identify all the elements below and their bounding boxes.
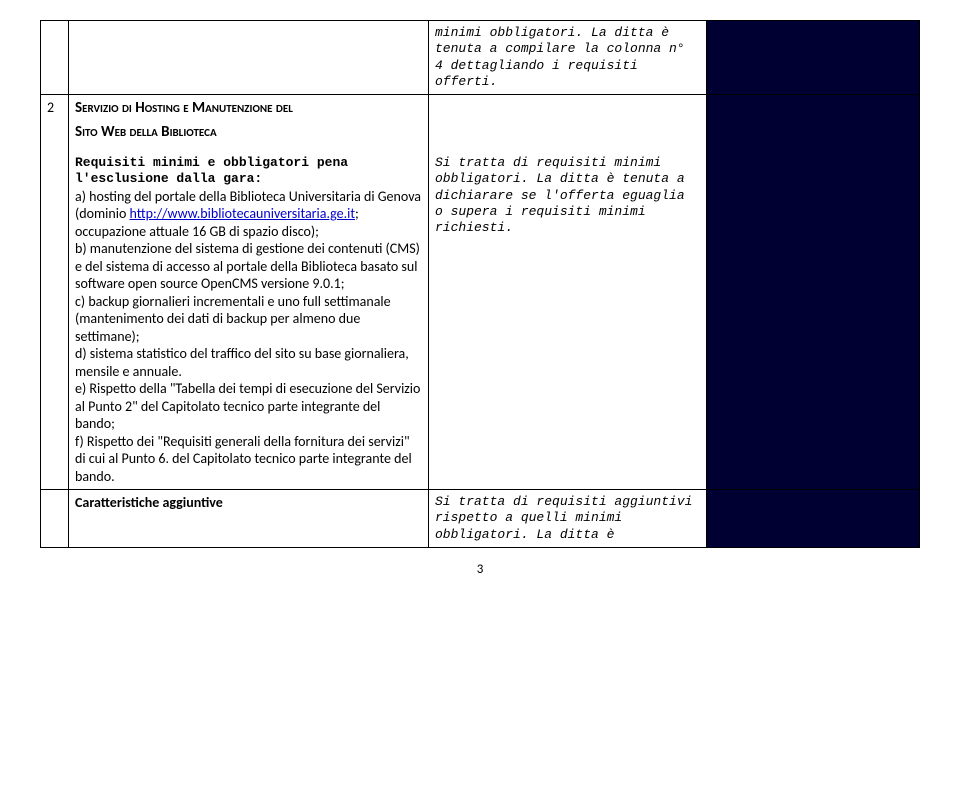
requirements-table: minimi obbligatori. La ditta è tenuta a … xyxy=(40,20,920,548)
additional-characteristics-label: Caratteristiche aggiuntive xyxy=(75,494,223,511)
cell-note: Si tratta di requisiti minimi obbligator… xyxy=(429,151,707,490)
cell-note: minimi obbligatori. La ditta è tenuta a … xyxy=(429,21,707,95)
table-row: minimi obbligatori. La ditta è tenuta a … xyxy=(41,21,920,95)
req-c: c) backup giornalieri incrementali e uno… xyxy=(75,293,422,346)
note-text: Si tratta di requisiti aggiuntivi rispet… xyxy=(435,494,700,543)
cell-note xyxy=(429,95,707,152)
cell-note: Si tratta di requisiti aggiuntivi rispet… xyxy=(429,490,707,548)
cell-num: 2 xyxy=(41,95,69,490)
cell-num xyxy=(41,21,69,95)
cell-num xyxy=(41,490,69,548)
req-d: d) sistema statistico del traffico del s… xyxy=(75,345,422,380)
req-intro: Requisiti minimi e obbligatori pena l'es… xyxy=(75,155,422,188)
cell-desc xyxy=(69,21,429,95)
note-text: minimi obbligatori. La ditta è tenuta a … xyxy=(435,25,700,90)
req-b: b) manutenzione del sistema di gestione … xyxy=(75,240,422,293)
page-number: 3 xyxy=(40,548,920,577)
cell-dark xyxy=(707,21,920,95)
req-e: e) Rispetto della "Tabella dei tempi di … xyxy=(75,380,422,433)
table-row: 2 Servizio di Hosting e Manutenzione del… xyxy=(41,95,920,152)
req-a: a) hosting del portale della Biblioteca … xyxy=(75,188,422,241)
table-row: Requisiti minimi e obbligatori pena l'es… xyxy=(41,151,920,490)
table-row: Caratteristiche aggiuntive Si tratta di … xyxy=(41,490,920,548)
section-heading-line1: Servizio di Hosting e Manutenzione del xyxy=(75,99,422,123)
section-heading-line2: Sito Web della Biblioteca xyxy=(75,123,422,147)
cell-heading: Servizio di Hosting e Manutenzione del S… xyxy=(69,95,429,152)
cell-desc: Requisiti minimi e obbligatori pena l'es… xyxy=(69,151,429,490)
cell-desc: Caratteristiche aggiuntive xyxy=(69,490,429,548)
domain-link[interactable]: http://www.bibliotecauniversitaria.ge.it xyxy=(130,205,356,222)
req-f: f) Rispetto dei "Requisiti generali dell… xyxy=(75,433,422,486)
section-number: 2 xyxy=(47,99,62,116)
cell-dark xyxy=(707,95,920,152)
cell-dark xyxy=(707,490,920,548)
note-text: Si tratta di requisiti minimi obbligator… xyxy=(435,155,700,236)
cell-dark xyxy=(707,151,920,490)
